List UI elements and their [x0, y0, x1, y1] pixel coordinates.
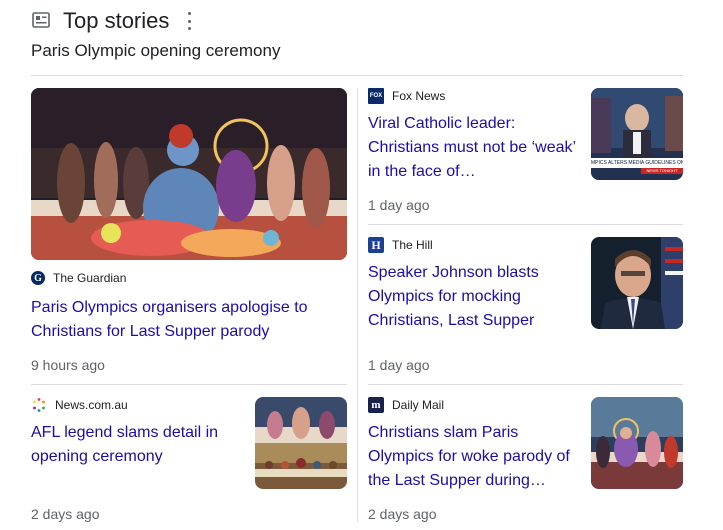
story-time: 2 days ago — [368, 506, 437, 522]
story-time: 9 hours ago — [31, 357, 105, 373]
ticker-text: MPICS ALTERS MEDIA GUIDELINES ON TRAN — [591, 158, 683, 168]
guardian-logo-icon: G — [31, 271, 45, 285]
fox-news-logo-icon: FOX — [368, 88, 384, 104]
section-title: Top stories — [63, 8, 170, 33]
story-source[interactable]: FOX Fox News — [368, 88, 445, 104]
story-source[interactable]: H The Hill — [368, 237, 433, 253]
story-headline[interactable]: Paris Olympics organisers apologise to C… — [31, 296, 341, 344]
story-time: 2 days ago — [31, 506, 100, 522]
story-image-guardian[interactable] — [31, 88, 347, 260]
source-name: The Hill — [392, 238, 433, 252]
story-headline[interactable]: Speaker Johnson blasts Olympics for mock… — [368, 261, 578, 333]
more-options-icon[interactable] — [184, 12, 194, 30]
source-name: Fox News — [392, 89, 446, 103]
divider — [31, 75, 683, 76]
story-thumbnail[interactable] — [591, 397, 683, 489]
daily-mail-logo-icon: m — [368, 397, 384, 413]
source-name: The Guardian — [53, 271, 127, 285]
story-source[interactable]: News.com.au — [31, 397, 128, 413]
story-thumbnail[interactable] — [591, 237, 683, 329]
speaker-johnson-photo — [591, 237, 683, 329]
divider — [368, 224, 683, 225]
story-headline[interactable]: Christians slam Paris Olympics for woke … — [368, 421, 583, 493]
story-source[interactable]: m Daily Mail — [368, 397, 444, 413]
story-time: 1 day ago — [368, 197, 430, 213]
story-thumbnail[interactable] — [255, 397, 347, 489]
story-time: 1 day ago — [368, 357, 430, 373]
story-headline[interactable]: Viral Catholic leader: Christians must n… — [368, 112, 578, 184]
ceremony-performers-photo — [591, 397, 683, 489]
divider — [368, 384, 683, 385]
column-divider — [357, 88, 358, 522]
source-name: Daily Mail — [392, 398, 445, 412]
source-name: News.com.au — [55, 398, 128, 412]
ceremony-photo — [31, 88, 347, 260]
the-hill-logo-icon: H — [368, 237, 384, 253]
topic-heading: Paris Olympic opening ceremony — [31, 41, 281, 60]
news-com-au-logo-icon — [33, 398, 45, 412]
story-source[interactable]: G The Guardian — [31, 271, 126, 285]
divider — [31, 384, 347, 385]
show-tag: NEWS TONIGHT — [641, 168, 683, 174]
story-headline[interactable]: AFL legend slams detail in opening cerem… — [31, 421, 241, 469]
news-icon — [32, 12, 50, 28]
last-supper-comparison-photo — [255, 397, 347, 489]
story-thumbnail[interactable]: MPICS ALTERS MEDIA GUIDELINES ON TRAN NE… — [591, 88, 683, 180]
